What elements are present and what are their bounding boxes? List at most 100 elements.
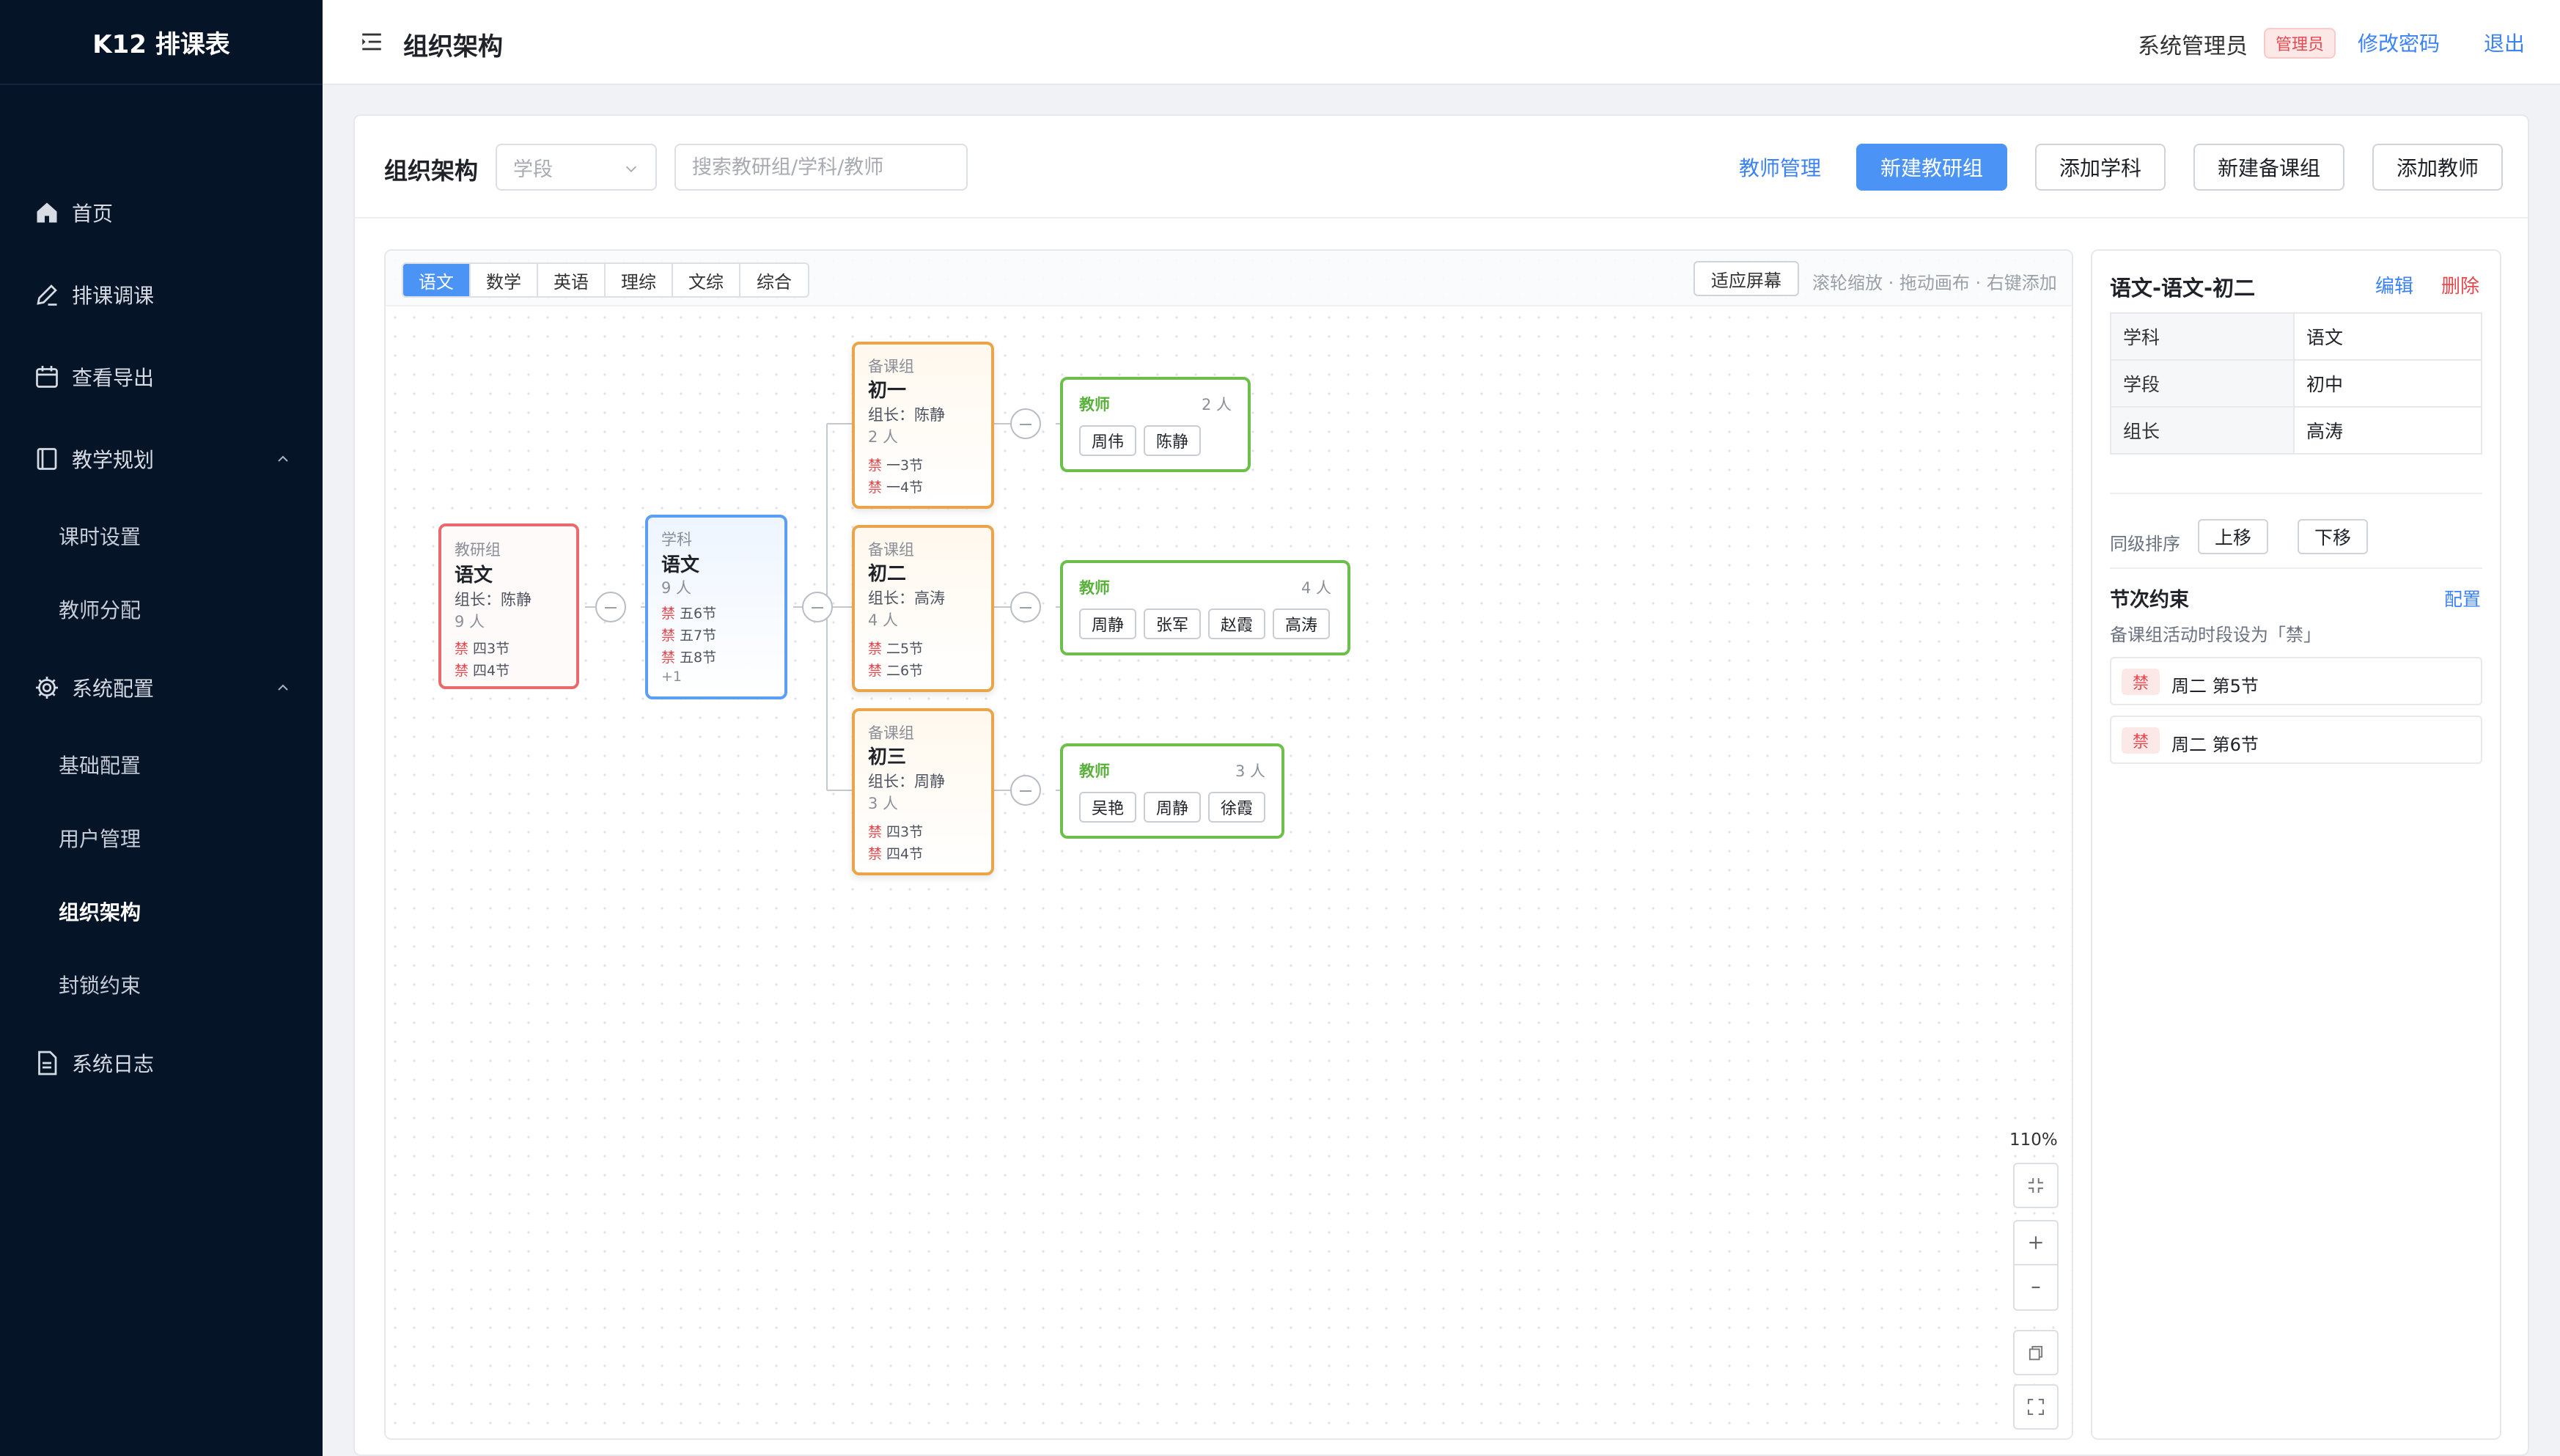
sidebar-item-teaching-plan[interactable]: 教学规划 xyxy=(0,422,323,496)
zoom-in-button[interactable] xyxy=(2014,1221,2058,1265)
sidebar-item-home[interactable]: 首页 xyxy=(0,176,323,249)
detail-row: 学段 初中 xyxy=(2110,359,2482,408)
constraint-config-link[interactable]: 配置 xyxy=(2444,585,2481,611)
node-constraint: 禁四3节 xyxy=(868,824,924,840)
teacher-chip[interactable]: 吴艳 xyxy=(1079,792,1136,823)
teacher-group-title: 教师 xyxy=(1079,579,1110,597)
edit-link[interactable]: 编辑 xyxy=(2375,271,2413,298)
shrink-icon xyxy=(2028,1178,2043,1193)
node-type: 备课组 xyxy=(868,358,914,375)
prep-group-node[interactable]: 备课组 初二 组长：高涛 4 人 禁二5节 禁二6节 xyxy=(852,525,994,692)
sidebar-item-system-config[interactable]: 系统配置 xyxy=(0,651,323,724)
teacher-group-node[interactable]: 教师 3 人 吴艳 周静 徐霞 xyxy=(1060,743,1284,839)
constraint-item[interactable]: 禁 周二 第5节 xyxy=(2110,657,2482,705)
change-password-link[interactable]: 修改密码 xyxy=(2358,28,2440,57)
logout-link[interactable]: 退出 xyxy=(2484,28,2525,57)
sidebar-item-basic-config[interactable]: 基础配置 xyxy=(0,732,323,798)
chevron-up-icon xyxy=(278,455,288,462)
subject-node[interactable]: 学科 语文 9 人 禁五6节 禁五7节 禁五8节 +1 xyxy=(645,515,787,699)
teacher-group-node[interactable]: 教师 2 人 周伟 陈静 xyxy=(1060,377,1251,472)
plus-icon xyxy=(2029,1236,2042,1249)
teacher-chip[interactable]: 陈静 xyxy=(1144,425,1201,456)
sidebar-item-teacher-assignment[interactable]: 教师分配 xyxy=(0,576,323,642)
move-down-button[interactable]: 下移 xyxy=(2298,519,2368,554)
collapse-toggle[interactable] xyxy=(1010,775,1041,806)
teacher-group-title: 教师 xyxy=(1079,762,1110,780)
node-leader: 组长：高涛 xyxy=(868,589,945,607)
collapse-toggle[interactable] xyxy=(595,592,626,622)
app-brand: K12 排课表 xyxy=(0,0,323,85)
sidebar-item-lock-constraints[interactable]: 封锁约束 xyxy=(0,952,323,1018)
node-constraint: 禁五7节 xyxy=(661,628,717,644)
teacher-group-title: 教师 xyxy=(1079,396,1110,413)
node-constraint: 禁二5节 xyxy=(868,641,924,657)
teacher-chip[interactable]: 周伟 xyxy=(1079,425,1136,456)
constraint-item[interactable]: 禁 周二 第6节 xyxy=(2110,716,2482,764)
node-more-constraints: +1 xyxy=(661,669,683,685)
add-teacher-button[interactable]: 添加教师 xyxy=(2372,144,2503,191)
teacher-chip[interactable]: 赵霞 xyxy=(1208,608,1265,639)
node-count: 9 人 xyxy=(661,579,692,597)
field-key: 组长 xyxy=(2110,406,2295,455)
chevron-down-icon xyxy=(625,166,637,173)
constraint-description: 备课组活动时段设为「禁」 xyxy=(2110,625,2321,645)
prep-group-node[interactable]: 备课组 初一 组长：陈静 2 人 禁一3节 禁一4节 xyxy=(852,342,994,509)
sidebar-item-export[interactable]: 查看导出 xyxy=(0,340,323,413)
collapse-toggle[interactable] xyxy=(1010,592,1041,622)
node-constraint: 禁四4节 xyxy=(868,846,924,862)
node-name: 语文 xyxy=(455,565,493,587)
constraint-text: 周二 第5节 xyxy=(2171,676,2259,696)
new-research-group-button[interactable]: 新建教研组 xyxy=(1856,144,2007,191)
search-input[interactable] xyxy=(674,144,968,191)
ban-tag: 禁 xyxy=(2122,669,2160,695)
zoom-controls xyxy=(2013,1220,2059,1311)
add-subject-button[interactable]: 添加学科 xyxy=(2035,144,2166,191)
sidebar-item-label: 首页 xyxy=(72,202,114,226)
sidebar-item-label: 排课调课 xyxy=(72,284,155,308)
copy-icon xyxy=(2028,1345,2043,1361)
fullscreen-button[interactable] xyxy=(2013,1384,2059,1430)
teacher-chip[interactable]: 徐霞 xyxy=(1208,792,1265,823)
zoom-out-button[interactable] xyxy=(2014,1265,2058,1309)
org-chart-canvas[interactable]: 语文 数学 英语 理综 文综 综合 适应屏幕 滚轮缩放 · 拖动画布 · 右键添… xyxy=(384,249,2073,1440)
teacher-management-link[interactable]: 教师管理 xyxy=(1739,152,1821,182)
sidebar-item-system-log[interactable]: 系统日志 xyxy=(0,1026,323,1100)
move-up-button[interactable]: 上移 xyxy=(2198,519,2268,554)
teacher-chip[interactable]: 高涛 xyxy=(1273,608,1330,639)
node-type: 备课组 xyxy=(868,724,914,742)
sidebar-item-scheduling[interactable]: 排课调课 xyxy=(0,258,323,331)
collapse-toggle[interactable] xyxy=(1010,408,1041,439)
role-badge: 管理员 xyxy=(2263,28,2336,59)
fit-view-button[interactable] xyxy=(2013,1163,2059,1208)
node-constraint: 禁二6节 xyxy=(868,663,924,679)
collapse-toggle[interactable] xyxy=(802,592,833,622)
teacher-chip[interactable]: 周静 xyxy=(1144,792,1201,823)
delete-link[interactable]: 删除 xyxy=(2441,271,2479,298)
prep-group-node[interactable]: 备课组 初三 组长：周静 3 人 禁四3节 禁四4节 xyxy=(852,708,994,875)
sidebar-item-org-structure[interactable]: 组织架构 xyxy=(0,878,323,944)
node-name: 语文 xyxy=(661,554,700,576)
sidebar-item-period-settings[interactable]: 课时设置 xyxy=(0,503,323,569)
detail-fields: 学科 语文 学段 初中 组长 高涛 xyxy=(2110,312,2482,455)
teacher-group-count: 3 人 xyxy=(1235,762,1265,780)
teacher-group-node[interactable]: 教师 4 人 周静 张军 赵霞 高涛 xyxy=(1060,560,1350,655)
teacher-chip[interactable]: 张军 xyxy=(1144,608,1201,639)
gear-icon xyxy=(36,677,58,699)
node-type: 教研组 xyxy=(455,541,501,559)
new-prep-group-button[interactable]: 新建备课组 xyxy=(2193,144,2344,191)
expand-icon xyxy=(2028,1399,2044,1415)
copy-view-button[interactable] xyxy=(2013,1330,2059,1375)
sidebar-item-label: 用户管理 xyxy=(59,827,141,851)
toolbar-title: 组织架构 xyxy=(384,157,479,185)
node-name: 初三 xyxy=(868,746,907,768)
stage-select[interactable]: 学段 xyxy=(496,144,657,191)
field-key: 学段 xyxy=(2110,359,2295,408)
sidebar-item-label: 系统日志 xyxy=(72,1052,155,1076)
teacher-chip[interactable]: 周静 xyxy=(1079,608,1136,639)
node-leader: 组长：陈静 xyxy=(455,591,532,608)
menu-fold-icon[interactable] xyxy=(359,29,384,54)
research-group-node[interactable]: 教研组 语文 组长：陈静 9 人 禁四3节 禁四4节 xyxy=(438,523,579,689)
sidebar-item-user-management[interactable]: 用户管理 xyxy=(0,805,323,871)
minus-icon xyxy=(2031,1286,2040,1289)
sidebar-item-label: 教师分配 xyxy=(59,598,141,622)
